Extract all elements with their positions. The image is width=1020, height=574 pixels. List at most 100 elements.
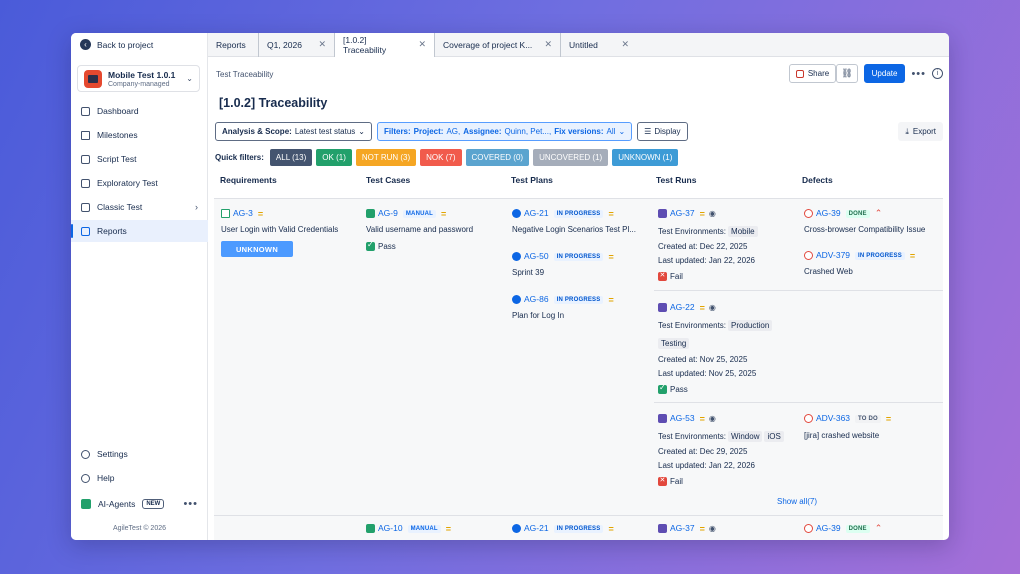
test-plan-item[interactable]: AG-21 IN PROGRESS = [512,208,614,219]
chip-covered[interactable]: COVERED (0) [465,149,530,166]
defect-key[interactable]: AG-39 [816,208,841,218]
test-run-item[interactable]: AG-53 = ◉ [658,413,716,424]
project-logo-icon [84,69,102,88]
result-label: Fail [670,272,683,281]
close-icon[interactable]: ✕ [410,39,426,50]
tab-reports[interactable]: Reports [208,33,259,57]
defect-item[interactable]: ADV-379 IN PROGRESS = [804,250,915,261]
test-run-icon [658,209,667,219]
update-button[interactable]: Update [863,64,906,83]
eye-icon[interactable]: ◉ [709,524,716,533]
test-case-key[interactable]: AG-9 [378,208,398,218]
sidebar-item-classic-test[interactable]: Classic Test › [71,196,208,218]
analysis-scope-dropdown[interactable]: Analysis & Scope: Latest test status ⌄ [215,122,372,141]
column-header-requirements: Requirements [220,175,277,185]
eye-icon[interactable]: ◉ [709,209,716,218]
last-updated: Last updated: Jan 22, 2026 [658,461,755,470]
show-all-link[interactable]: Show all(7) [777,497,817,506]
gear-icon [81,449,90,459]
display-button[interactable]: ☰ Display [637,122,688,141]
test-run-key[interactable]: AG-22 [670,302,695,312]
env-tag: Testing [658,338,690,349]
test-case-key[interactable]: AG-10 [378,523,403,533]
test-plan-item[interactable]: AG-21 IN PROGRESS = [512,523,614,534]
test-plan-title: Plan for Log In [512,311,565,320]
sidebar: ‹ Back to project Mobile Test 1.0.1 Comp… [71,33,208,540]
share-button[interactable]: Share [788,64,837,83]
chip-uncovered[interactable]: UNCOVERED (1) [533,149,609,166]
requirement-cell[interactable]: AG-3 = [221,208,263,219]
close-icon[interactable]: ✕ [310,39,326,50]
assignee-filter-value: Quinn, Pet..., [504,127,552,136]
test-plan-key[interactable]: AG-86 [524,294,549,304]
manual-badge: MANUAL [407,524,441,533]
sidebar-item-help[interactable]: Help [71,467,208,489]
defect-item[interactable]: ADV-363 TO DO = [804,413,891,424]
sidebar-item-ai-agents[interactable]: AI-Agents NEW ••• [71,493,208,515]
sidebar-item-label: Settings [97,449,128,459]
tab-coverage[interactable]: Coverage of project K... ✕ [435,33,561,57]
sidebar-item-reports[interactable]: Reports [71,220,208,242]
test-plan-item[interactable]: AG-50 IN PROGRESS = [512,251,614,262]
test-run-key[interactable]: AG-37 [670,208,695,218]
test-case-cell[interactable]: AG-10 MANUAL = [366,523,451,534]
priority-medium-icon: = [608,523,614,534]
test-environments: Test Environments: Window iOS [658,431,784,442]
test-run-item[interactable]: AG-22 = ◉ [658,302,716,313]
analysis-value: Latest test status [294,127,356,136]
test-plan-icon [512,295,521,305]
divider [654,402,943,403]
more-icon[interactable]: ••• [183,498,198,510]
bug-icon [804,524,813,534]
test-plan-key[interactable]: AG-21 [524,208,549,218]
close-icon[interactable]: ✕ [613,39,629,50]
test-run-key[interactable]: AG-53 [670,413,695,423]
test-run-result: Fail [658,476,683,487]
defect-key[interactable]: AG-39 [816,523,841,533]
chip-not-run[interactable]: NOT RUN (3) [355,149,417,166]
sidebar-item-milestones[interactable]: Milestones [71,124,208,146]
test-run-key[interactable]: AG-37 [670,523,695,533]
requirement-title: User Login with Valid Credentials [221,225,339,234]
more-icon[interactable]: ••• [911,68,926,80]
info-icon[interactable]: i [932,68,943,79]
defect-item[interactable]: AG-39 DONE ⌃ [804,523,882,534]
chip-unknown[interactable]: UNKNOWN (1) [612,149,679,166]
sidebar-item-label: Exploratory Test [97,178,158,188]
column-header-defects: Defects [802,175,833,185]
tab-q1-2026[interactable]: Q1, 2026 ✕ [259,33,335,57]
copy-link-button[interactable]: ⛓ [836,64,858,83]
back-to-project-link[interactable]: ‹ Back to project [80,39,153,50]
test-run-item[interactable]: AG-37 = ◉ [658,208,716,219]
test-plan-item[interactable]: AG-86 IN PROGRESS = [512,294,614,305]
test-run-item[interactable]: AG-37 = ◉ [658,523,716,534]
eye-icon[interactable]: ◉ [709,303,716,312]
pass-icon [366,240,375,252]
sidebar-item-exploratory-test[interactable]: Exploratory Test [71,172,208,194]
priority-high-icon: ⌃ [874,208,883,218]
in-progress-badge: IN PROGRESS [553,209,604,218]
eye-icon[interactable]: ◉ [709,414,716,423]
breadcrumb[interactable]: Test Traceability [216,70,273,79]
defect-key[interactable]: ADV-379 [816,250,850,260]
sidebar-item-settings[interactable]: Settings [71,443,208,465]
test-plan-key[interactable]: AG-50 [524,251,549,261]
export-button[interactable]: ⤓ Export [898,122,943,141]
test-case-cell[interactable]: AG-9 MANUAL = [366,208,446,219]
chip-nok[interactable]: NOK (7) [420,149,462,166]
defect-key[interactable]: ADV-363 [816,413,850,423]
requirement-key[interactable]: AG-3 [233,208,253,218]
chip-all[interactable]: ALL (13) [269,149,313,166]
close-icon[interactable]: ✕ [536,39,552,50]
priority-medium-icon: = [699,413,705,424]
sidebar-item-dashboard[interactable]: Dashboard [71,100,208,122]
status-badge[interactable]: UNKNOWN [221,241,293,257]
project-selector[interactable]: Mobile Test 1.0.1 Company-managed ⌄ [77,65,200,92]
filters-dropdown[interactable]: Filters: Project: AG, Assignee: Quinn, P… [377,122,633,141]
defect-item[interactable]: AG-39 DONE ⌃ [804,208,882,219]
test-plan-key[interactable]: AG-21 [524,523,549,533]
chip-ok[interactable]: OK (1) [316,149,352,166]
tab-untitled[interactable]: Untitled ✕ [561,33,637,57]
tab-traceability[interactable]: [1.0.2] Traceability ✕ [335,33,435,57]
sidebar-item-script-test[interactable]: Script Test [71,148,208,170]
